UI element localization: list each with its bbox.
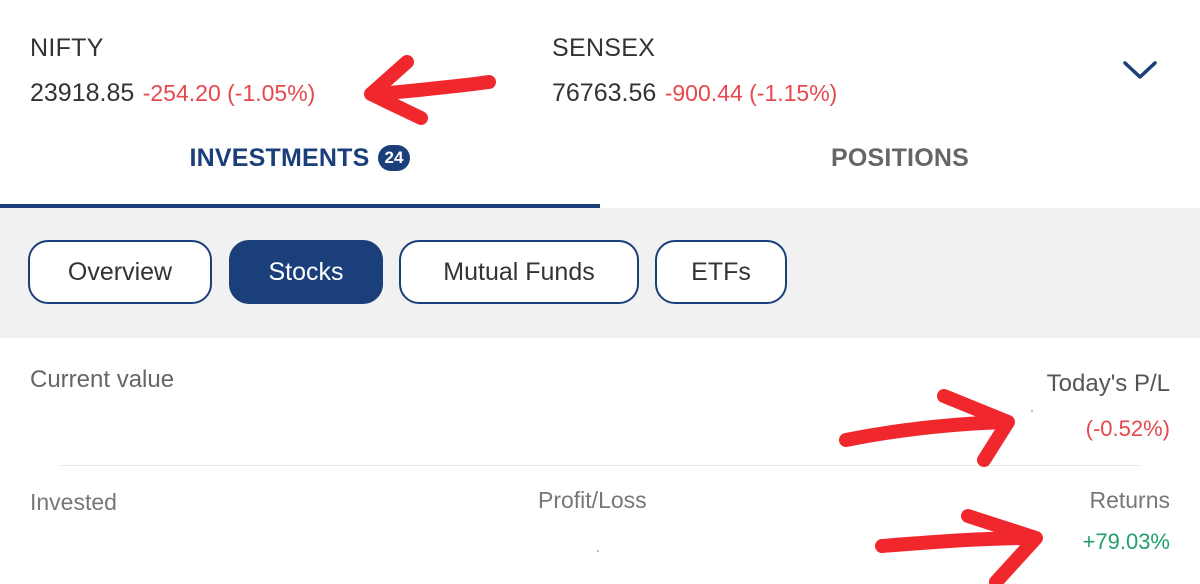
index-change: -900.44 (-1.15%)	[664, 80, 838, 106]
index-nifty[interactable]: NIFTY 23918.85 -254.20 (-1.05%)	[30, 34, 315, 108]
profit-loss-value-placeholder	[597, 550, 599, 552]
filter-etfs-button[interactable]: ETFs	[655, 240, 787, 304]
filter-stocks-button[interactable]: Stocks	[229, 240, 383, 304]
filter-mutual-funds-button[interactable]: Mutual Funds	[399, 240, 639, 304]
index-name: NIFTY	[30, 34, 104, 62]
tab-label: POSITIONS	[831, 143, 969, 172]
current-value-label: Current value	[30, 366, 175, 393]
index-name: SENSEX	[552, 34, 656, 62]
profit-loss-label: Profit/Loss	[538, 487, 647, 513]
todays-pl-value-placeholder	[1031, 410, 1033, 412]
index-change: -254.20 (-1.05%)	[142, 80, 316, 106]
portfolio-tabs: INVESTMENTS 24 POSITIONS	[0, 120, 1200, 208]
count-badge: 24	[377, 145, 411, 171]
tab-label: INVESTMENTS	[189, 143, 370, 172]
tab-investments[interactable]: INVESTMENTS 24	[0, 120, 600, 208]
filter-overview-button[interactable]: Overview	[28, 240, 212, 304]
todays-pl-label: Today's P/L	[1046, 370, 1170, 397]
divider	[60, 465, 1140, 466]
market-indices-header: NIFTY 23918.85 -254.20 (-1.05%) SENSEX 7…	[0, 0, 1200, 120]
returns-label: Returns	[1089, 487, 1170, 513]
todays-pl-percent: (-0.52%)	[1085, 416, 1170, 441]
tab-positions[interactable]: POSITIONS	[600, 120, 1200, 208]
portfolio-summary: Current value Today's P/L (-0.52%) Inves…	[0, 338, 1200, 584]
index-value: 76763.56	[552, 79, 657, 107]
index-sensex[interactable]: SENSEX 76763.56 -900.44 (-1.15%)	[552, 34, 837, 108]
invested-label: Invested	[30, 489, 117, 515]
index-value: 23918.85	[30, 79, 135, 107]
returns-percent: +79.03%	[1082, 529, 1170, 554]
asset-filter-bar: Overview Stocks Mutual Funds ETFs	[0, 208, 1200, 338]
chevron-down-icon[interactable]	[1122, 58, 1158, 82]
